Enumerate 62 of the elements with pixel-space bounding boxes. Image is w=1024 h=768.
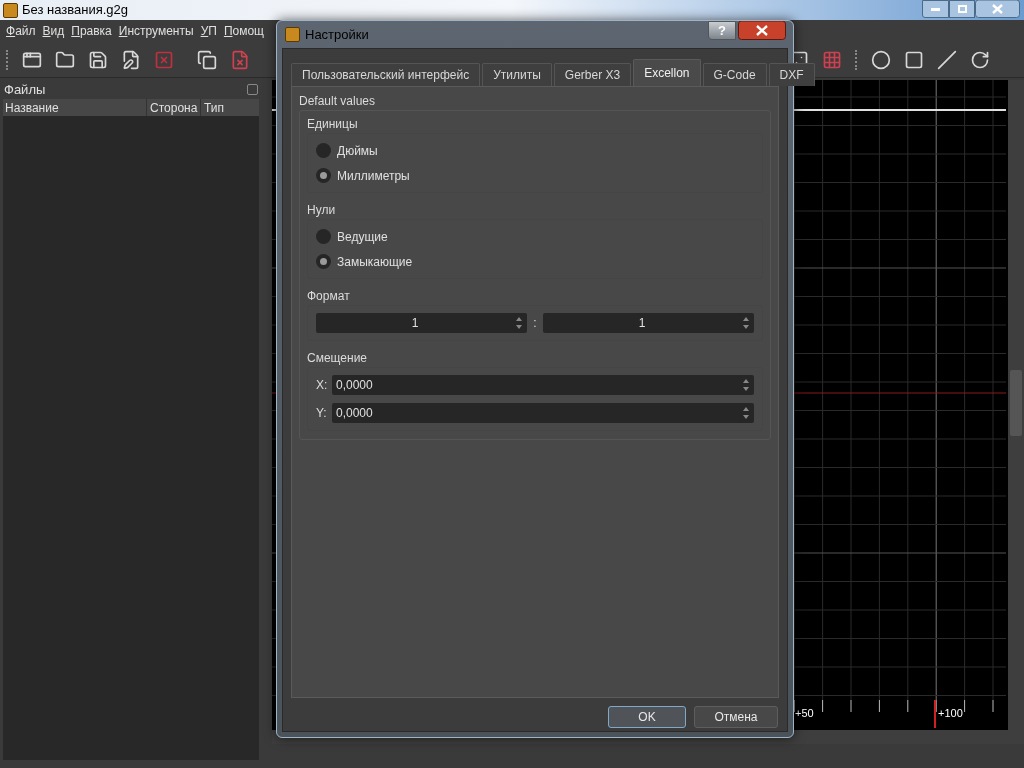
tab[interactable]: Excellon [633, 59, 701, 86]
panel-title: Файлы [4, 80, 46, 99]
menu-item[interactable]: Инструменты [118, 22, 194, 40]
rectangle-icon[interactable] [904, 49, 924, 70]
maximize-button[interactable] [949, 0, 975, 18]
section-title: Формат [307, 288, 351, 305]
radio-button[interactable] [316, 254, 331, 269]
separator-label: : [533, 315, 537, 332]
spin-arrows-icon[interactable] [741, 377, 751, 393]
number-field[interactable]: 0,0000 [332, 403, 754, 423]
menu-item[interactable]: Помощ [223, 22, 264, 40]
save-icon[interactable] [88, 49, 108, 70]
axis-label: +100 [938, 706, 963, 721]
radio-label: Миллиметры [337, 167, 410, 185]
radio-button[interactable] [316, 143, 331, 158]
menu-item[interactable]: Вид [42, 22, 65, 40]
section-title: Смещение [307, 350, 368, 367]
field-label: X: [316, 377, 326, 394]
spin-arrows-icon[interactable] [741, 405, 751, 421]
circle-icon[interactable] [871, 49, 891, 70]
dialog-button[interactable]: OK [608, 706, 686, 728]
number-field[interactable]: 1 [543, 313, 754, 333]
tab[interactable]: G-Code [702, 63, 767, 86]
toolbar-grip-icon [855, 49, 858, 70]
dialog-title: Настройки [305, 25, 369, 44]
tab[interactable]: Пользовательский интерфейс [291, 63, 481, 86]
radio-button[interactable] [316, 229, 331, 244]
radio-label: Ведущие [337, 228, 388, 246]
save-edit-icon[interactable] [121, 49, 141, 70]
close-button[interactable] [975, 0, 1020, 18]
vertical-scrollbar[interactable] [1008, 80, 1024, 730]
tab[interactable]: Утилиты [482, 63, 552, 86]
folder-icon[interactable] [55, 49, 75, 70]
close-button[interactable] [738, 21, 786, 40]
radio-label: Дюймы [337, 142, 378, 160]
line-icon[interactable] [937, 49, 957, 70]
menu-item[interactable]: Файл [6, 22, 36, 40]
number-field[interactable]: 1 [316, 313, 527, 333]
toolbar-grip-icon [6, 49, 9, 70]
spin-arrows-icon[interactable] [514, 315, 524, 331]
column-header[interactable]: Тип [201, 99, 259, 116]
app-logo-icon [3, 2, 18, 18]
field-label: Y: [316, 405, 326, 422]
axis-label: +50 [795, 706, 814, 721]
float-panel-icon[interactable] [247, 84, 258, 95]
column-header[interactable]: Название [3, 99, 147, 116]
radio-label: Замыкающие [337, 253, 413, 271]
minimize-button[interactable] [922, 0, 949, 18]
number-field[interactable]: 0,0000 [332, 375, 754, 395]
tab[interactable]: DXF [768, 63, 815, 86]
app-logo-icon [285, 27, 300, 42]
group-title: Default values [299, 93, 377, 110]
column-header[interactable]: Сторона [147, 99, 201, 116]
dialog-button[interactable]: Отмена [694, 706, 778, 728]
window-title: Без названия.g2g [22, 1, 129, 20]
spin-arrows-icon[interactable] [741, 315, 751, 331]
menu-item[interactable]: УП [200, 22, 217, 40]
menu-item[interactable]: Правка [71, 22, 112, 40]
section-title: Нули [307, 202, 337, 219]
section-title: Единицы [307, 116, 359, 133]
tab[interactable]: Gerber X3 [553, 63, 632, 86]
radio-button[interactable] [316, 168, 331, 183]
